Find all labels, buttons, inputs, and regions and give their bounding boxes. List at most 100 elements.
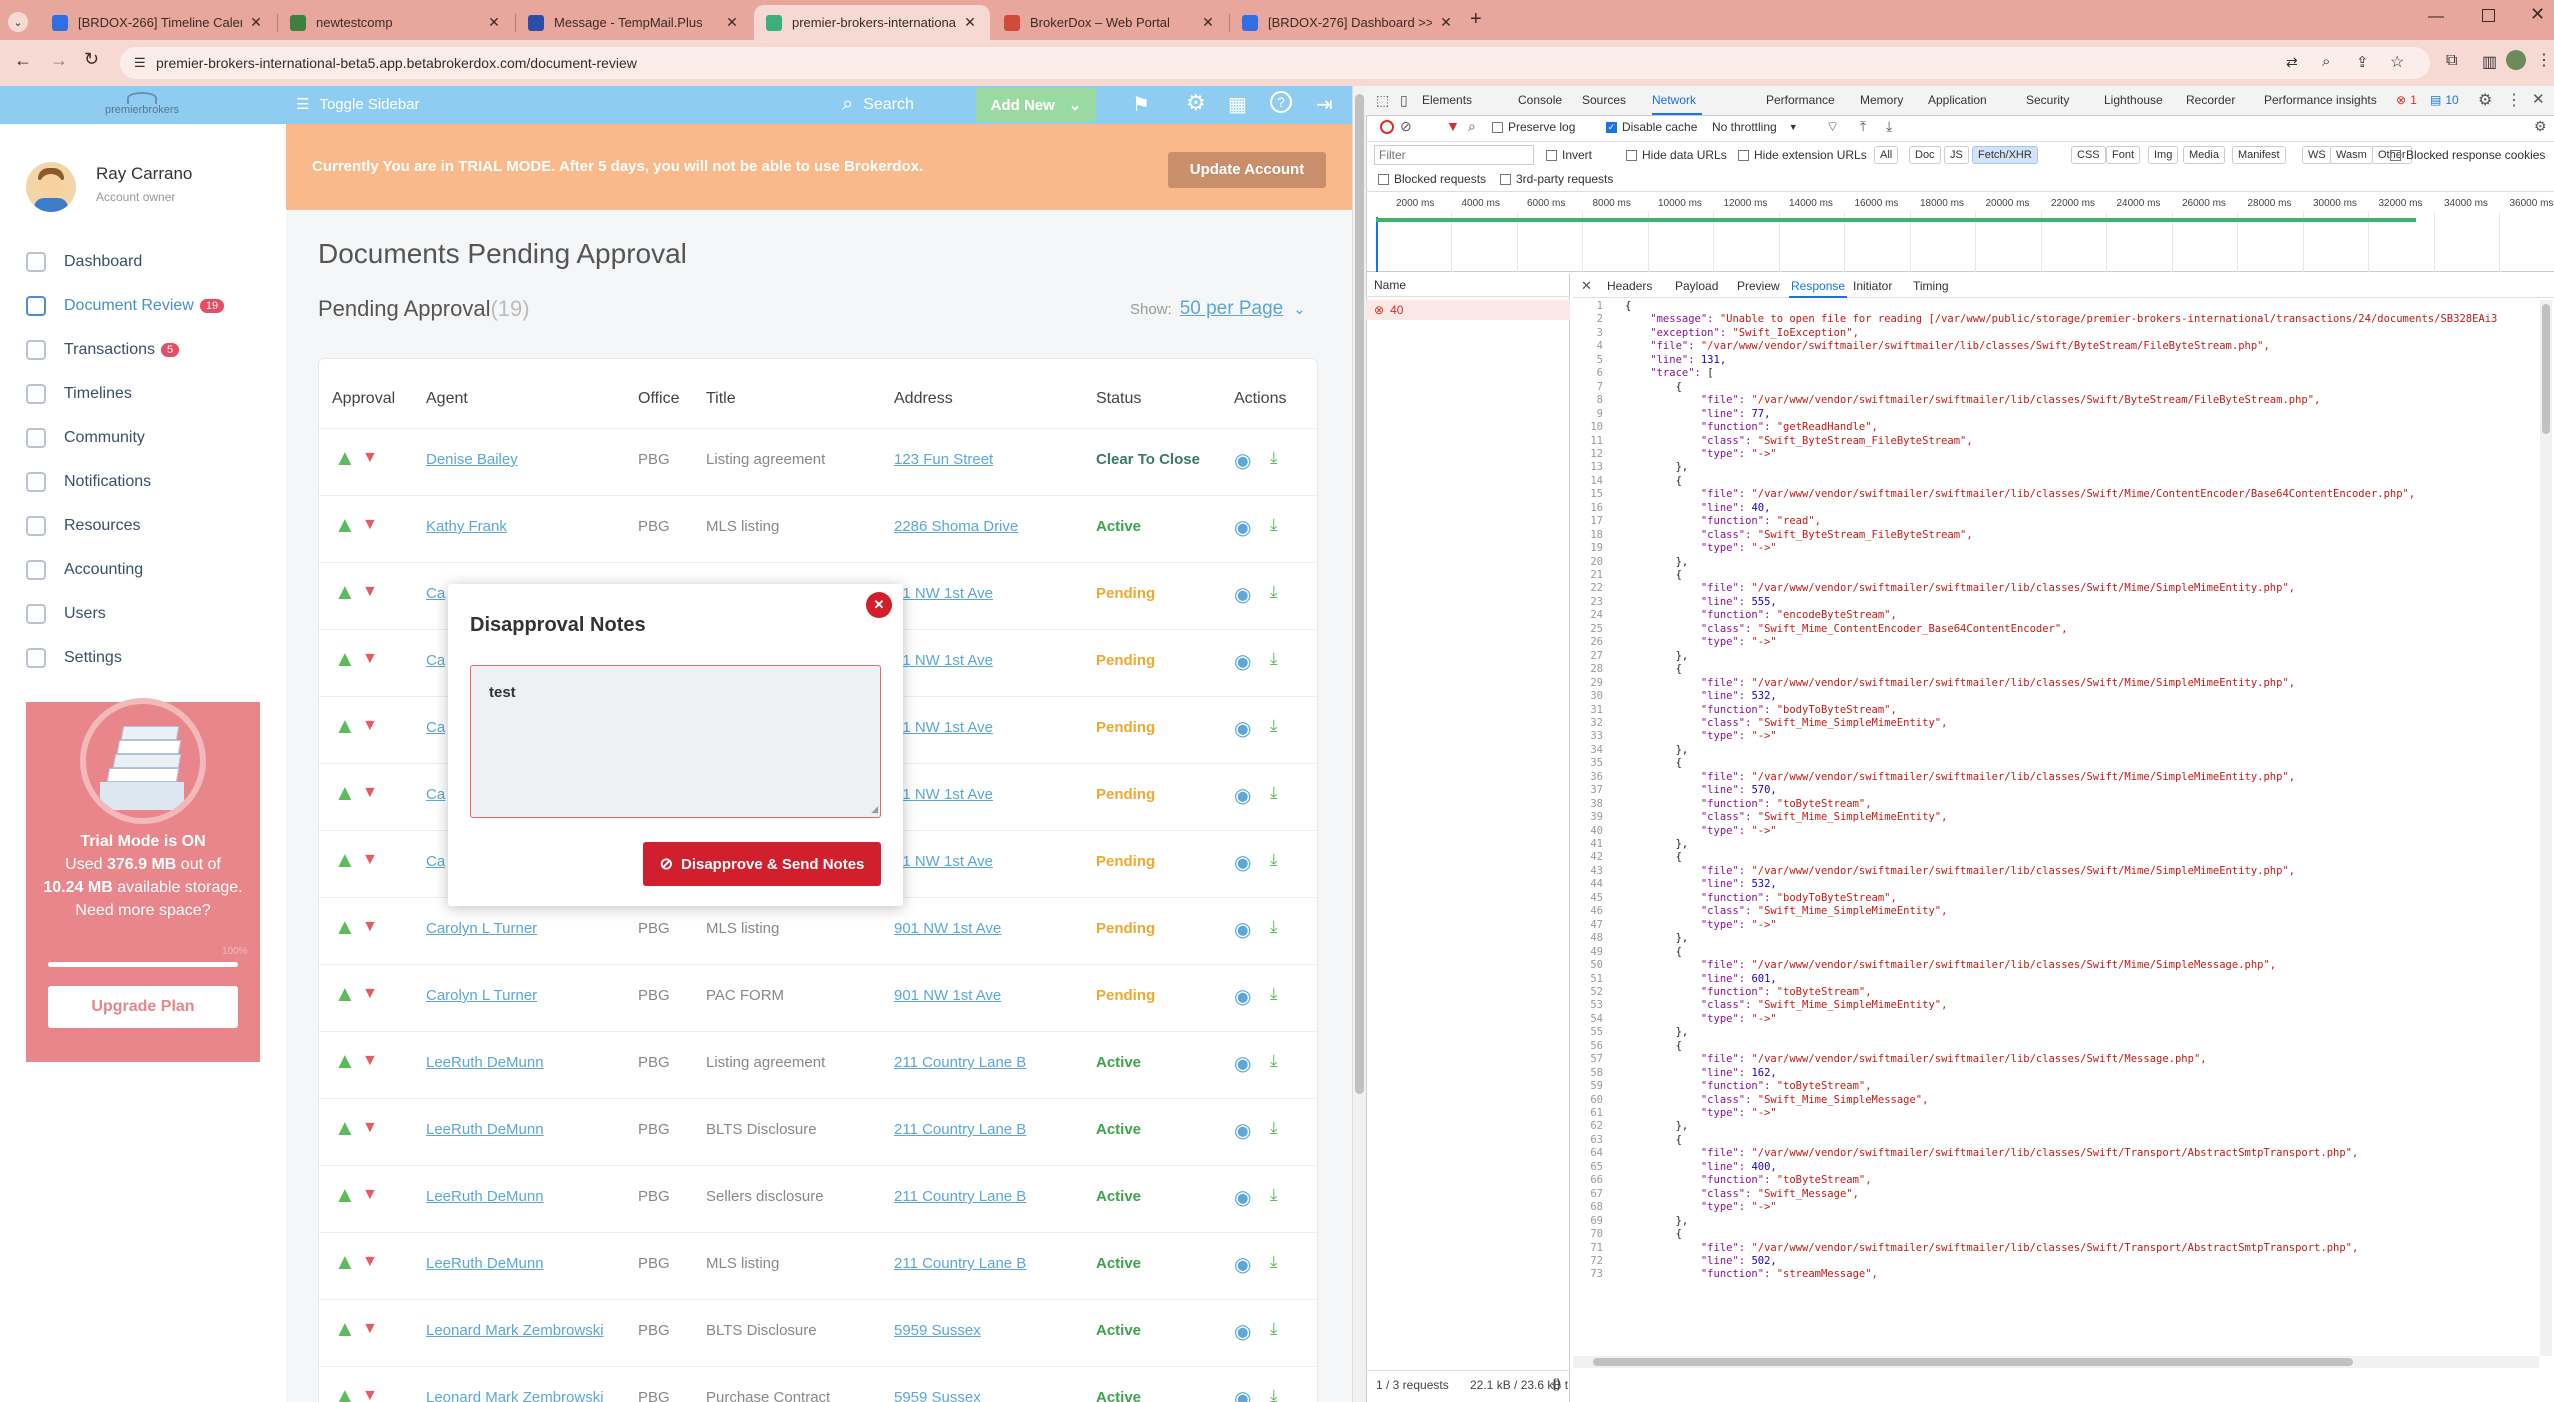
side-panel-icon[interactable]: ▥ xyxy=(2482,52,2497,72)
browser-tab[interactable]: newtestcomp ✕ xyxy=(278,5,514,40)
devtools-tab-sources[interactable]: Sources xyxy=(1582,93,1626,107)
address-link[interactable]: 901 NW 1st Ave xyxy=(894,987,1001,1004)
view-eye-icon[interactable]: ◉ xyxy=(1234,716,1251,741)
update-account-button[interactable]: Update Account xyxy=(1168,152,1326,188)
devtools-menu-icon[interactable]: ⋮ xyxy=(2506,90,2522,110)
download-icon[interactable]: ⤓ xyxy=(1270,649,1278,669)
view-eye-icon[interactable]: ◉ xyxy=(1234,783,1251,808)
sidebar-item-dashboard[interactable]: Dashboard xyxy=(26,252,142,272)
devtools-tab-network[interactable]: Network xyxy=(1652,93,1696,107)
device-toolbar-icon[interactable]: ▯ xyxy=(1400,92,1408,109)
address-link[interactable]: 901 NW 1st Ave xyxy=(894,920,1001,937)
hide-data-urls-checkbox[interactable]: Hide data URLs xyxy=(1626,148,1727,162)
download-icon[interactable]: ⤓ xyxy=(1270,716,1278,736)
view-eye-icon[interactable]: ◉ xyxy=(1234,850,1251,875)
resize-handle-icon[interactable]: ◢ xyxy=(871,804,878,815)
approve-thumb-icon[interactable]: ▲ xyxy=(334,579,356,605)
inspect-icon[interactable]: ⬚ xyxy=(1376,92,1389,109)
request-row[interactable]: ⊗ 40 xyxy=(1366,300,1570,320)
restore-icon[interactable] xyxy=(2482,9,2495,22)
view-eye-icon[interactable]: ◉ xyxy=(1234,984,1251,1009)
response-horizontal-scrollbar[interactable] xyxy=(1573,1356,2539,1368)
browser-tab[interactable]: premier-brokers-international ✕ xyxy=(754,5,990,40)
response-scrollbar[interactable] xyxy=(2540,300,2552,1356)
download-icon[interactable]: ⤓ xyxy=(1270,850,1278,870)
address-link[interactable]: 5959 Sussex xyxy=(894,1389,981,1402)
page-scrollbar[interactable] xyxy=(1352,86,1366,1402)
bookmark-star-icon[interactable]: ☆ xyxy=(2390,52,2404,72)
disapprove-thumb-icon[interactable]: ▼ xyxy=(362,583,378,601)
download-icon[interactable]: ⤓ xyxy=(1270,515,1278,535)
approve-thumb-icon[interactable]: ▲ xyxy=(334,713,356,739)
disapprove-thumb-icon[interactable]: ▼ xyxy=(362,1320,378,1338)
address-link[interactable]: 5959 Sussex xyxy=(894,1322,981,1339)
close-modal-icon[interactable]: ✕ xyxy=(866,592,892,618)
address-link[interactable]: 01 NW 1st Ave xyxy=(894,786,993,803)
close-tab-icon[interactable]: ✕ xyxy=(962,14,978,31)
sidebar-item-accounting[interactable]: Accounting xyxy=(26,560,143,580)
clear-icon[interactable]: ⊘ xyxy=(1400,118,1412,135)
disapprove-thumb-icon[interactable]: ▼ xyxy=(362,1186,378,1204)
download-icon[interactable]: ⤓ xyxy=(1270,1051,1278,1071)
notes-textarea[interactable]: test ◢ xyxy=(470,665,881,818)
agent-link[interactable]: Carolyn L Turner xyxy=(426,987,537,1004)
disapprove-thumb-icon[interactable]: ▼ xyxy=(362,918,378,936)
network-settings-icon[interactable]: ⚙ xyxy=(2534,118,2547,135)
devtools-tab-application[interactable]: Application xyxy=(1928,93,1987,107)
download-icon[interactable]: ⤓ xyxy=(1270,917,1278,937)
type-filter-js[interactable]: JS xyxy=(1944,146,1969,164)
sidebar-item-timelines[interactable]: Timelines xyxy=(26,384,132,404)
view-eye-icon[interactable]: ◉ xyxy=(1234,1319,1251,1344)
throttling-select[interactable]: No throttling ▼ xyxy=(1712,120,1798,134)
agent-link[interactable]: Ca xyxy=(426,853,445,870)
address-link[interactable]: 01 NW 1st Ave xyxy=(894,652,993,669)
approve-thumb-icon[interactable]: ▲ xyxy=(334,914,356,940)
download-icon[interactable]: ⤓ xyxy=(1270,1252,1278,1272)
name-column-header[interactable]: Name xyxy=(1374,278,1406,292)
logout-icon[interactable]: ⇥ xyxy=(1316,92,1333,117)
address-link[interactable]: 211 Country Lane B xyxy=(894,1054,1026,1071)
sidebar-item-community[interactable]: Community xyxy=(26,428,145,448)
browser-menu-icon[interactable]: ⋮ xyxy=(2536,50,2552,70)
network-overview-timeline[interactable]: 2000 ms 4000 ms 6000 ms 8000 ms 10000 ms 1200… xyxy=(1366,192,2554,272)
tab-search-icon[interactable]: ⌄ xyxy=(8,12,28,32)
devtools-tab-security[interactable]: Security xyxy=(2026,93,2069,107)
approve-thumb-icon[interactable]: ▲ xyxy=(334,646,356,672)
agent-link[interactable]: Carolyn L Turner xyxy=(426,920,537,937)
search-button[interactable]: ⌕ Search xyxy=(842,93,914,116)
view-eye-icon[interactable]: ◉ xyxy=(1234,1051,1251,1076)
filter-icon[interactable]: ▼ xyxy=(1446,118,1460,134)
blocked-cookies-checkbox[interactable]: Blocked response cookies xyxy=(2390,148,2545,162)
agent-link[interactable]: LeeRuth DeMunn xyxy=(426,1121,544,1138)
approve-thumb-icon[interactable]: ▲ xyxy=(334,780,356,806)
devtools-close-icon[interactable]: ✕ xyxy=(2532,90,2545,108)
announcement-icon[interactable]: ⚑ xyxy=(1132,92,1150,117)
pretty-print-icon[interactable]: {} xyxy=(1552,1376,1561,1391)
type-filter-fetch-xhr[interactable]: Fetch/XHR xyxy=(1972,146,2038,164)
devtools-tab-console[interactable]: Console xyxy=(1518,93,1562,107)
approve-thumb-icon[interactable]: ▲ xyxy=(334,981,356,1007)
address-link[interactable]: 01 NW 1st Ave xyxy=(894,853,993,870)
sidebar-item-notifications[interactable]: Notifications xyxy=(26,472,151,492)
back-icon[interactable]: ← xyxy=(14,50,32,71)
blocked-requests-checkbox[interactable]: Blocked requests xyxy=(1378,172,1486,186)
page-size-selector[interactable]: Show: 50 per Page ⌄ xyxy=(1130,298,1306,320)
approve-thumb-icon[interactable]: ▲ xyxy=(334,1048,356,1074)
type-filter-img[interactable]: Img xyxy=(2148,146,2179,164)
disapprove-thumb-icon[interactable]: ▼ xyxy=(362,1052,378,1070)
download-icon[interactable]: ⤓ xyxy=(1270,1386,1278,1402)
close-tab-icon[interactable]: ✕ xyxy=(724,14,740,31)
close-tab-icon[interactable]: ✕ xyxy=(486,14,502,31)
devtools-settings-icon[interactable]: ⚙ xyxy=(2478,90,2492,110)
agent-link[interactable]: LeeRuth DeMunn xyxy=(426,1255,544,1272)
disapprove-send-button[interactable]: ⊘ Disapprove & Send Notes xyxy=(643,842,881,886)
type-filter-ws[interactable]: WS xyxy=(2302,146,2332,164)
detail-tab-payload[interactable]: Payload xyxy=(1675,279,1718,293)
minimize-icon[interactable]: — xyxy=(2428,8,2444,26)
approve-thumb-icon[interactable]: ▲ xyxy=(334,1182,356,1208)
close-tab-icon[interactable]: ✕ xyxy=(248,14,264,31)
agent-link[interactable]: Ca xyxy=(426,652,445,669)
agent-link[interactable]: LeeRuth DeMunn xyxy=(426,1188,544,1205)
download-icon[interactable]: ⤓ xyxy=(1270,984,1278,1004)
type-filter-wasm[interactable]: Wasm xyxy=(2330,146,2373,164)
